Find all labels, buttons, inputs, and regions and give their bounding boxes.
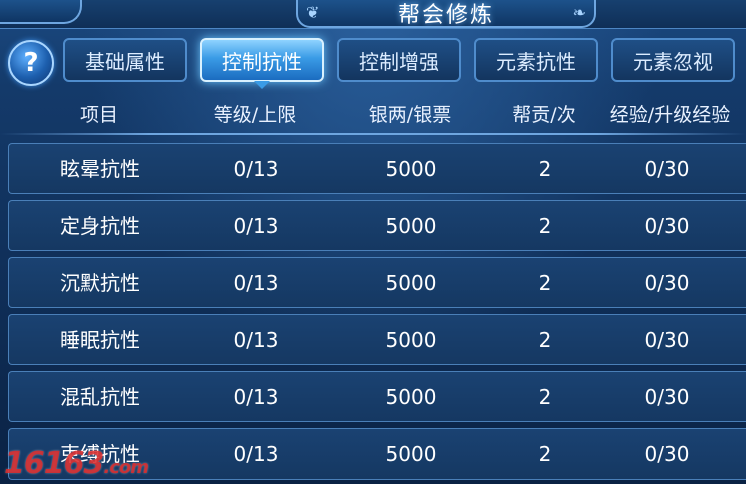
row-contribution: 2: [538, 214, 552, 238]
table-row[interactable]: 沉默抗性 0/13 5000 2 0/30: [8, 257, 746, 308]
row-exp: 0/30: [644, 157, 690, 181]
column-header-level: 等级/上限: [213, 104, 297, 126]
question-mark-icon: ?: [23, 48, 39, 78]
row-item-name: 睡眠抗性: [60, 328, 140, 352]
tab-label: 控制抗性: [222, 49, 302, 74]
row-contribution: 2: [538, 157, 552, 181]
row-level: 0/13: [233, 157, 279, 181]
tab-element-ignore[interactable]: 元素忽视: [611, 38, 735, 82]
tab-element-resistance[interactable]: 元素抗性: [474, 38, 598, 82]
row-level: 0/13: [233, 214, 279, 238]
tab-control-resistance[interactable]: 控制抗性: [200, 38, 324, 89]
title-bar: ❦ ❧ 帮会修炼: [0, 0, 746, 29]
row-contribution: 2: [538, 385, 552, 409]
row-silver: 5000: [385, 328, 437, 352]
help-button[interactable]: ?: [8, 40, 54, 86]
row-silver: 5000: [385, 214, 437, 238]
row-contribution: 2: [538, 328, 552, 352]
row-exp: 0/30: [644, 385, 690, 409]
row-exp: 0/30: [644, 214, 690, 238]
row-exp: 0/30: [644, 271, 690, 295]
tab-label: 元素忽视: [633, 49, 713, 74]
tab-label: 基础属性: [85, 49, 165, 74]
column-header-item: 项目: [79, 104, 118, 126]
row-level: 0/13: [233, 442, 279, 466]
table-row[interactable]: 定身抗性 0/13 5000 2 0/30: [8, 200, 746, 251]
row-silver: 5000: [385, 442, 437, 466]
row-item-name: 眩晕抗性: [60, 157, 140, 181]
site-watermark: 16163.com: [4, 446, 149, 482]
active-tab-pointer-icon: [254, 81, 270, 89]
tab-control-enhancement[interactable]: 控制增强: [337, 38, 461, 82]
column-header-silver: 银两/银票: [368, 104, 452, 126]
table-row[interactable]: 混乱抗性 0/13 5000 2 0/30: [8, 371, 746, 422]
row-level: 0/13: [233, 271, 279, 295]
header-divider: [0, 133, 746, 135]
row-exp: 0/30: [644, 442, 690, 466]
page-title: 帮会修炼: [397, 3, 494, 28]
column-header-contribution: 帮贡/次: [512, 104, 576, 126]
tab-basic-attributes[interactable]: 基础属性: [63, 38, 187, 82]
row-silver: 5000: [385, 385, 437, 409]
row-level: 0/13: [233, 385, 279, 409]
tab-label: 元素抗性: [496, 49, 576, 74]
row-level: 0/13: [233, 328, 279, 352]
row-contribution: 2: [538, 271, 552, 295]
row-exp: 0/30: [644, 328, 690, 352]
row-silver: 5000: [385, 157, 437, 181]
corner-ornament: [0, 0, 82, 24]
row-contribution: 2: [538, 442, 552, 466]
table-header: 项目 等级/上限 银两/银票 帮贡/次 经验/升级经验: [0, 97, 746, 133]
table-row[interactable]: 眩晕抗性 0/13 5000 2 0/30: [8, 143, 746, 194]
table-row[interactable]: 睡眠抗性 0/13 5000 2 0/30: [8, 314, 746, 365]
row-silver: 5000: [385, 271, 437, 295]
tab-label: 控制增强: [359, 49, 439, 74]
row-item-name: 混乱抗性: [60, 385, 140, 409]
column-header-exp: 经验/升级经验: [609, 104, 731, 126]
title-plate: ❦ ❧ 帮会修炼: [296, 0, 596, 28]
watermark-suffix: .com: [103, 457, 149, 478]
watermark-main: 16163: [4, 446, 104, 481]
row-item-name: 定身抗性: [60, 214, 140, 238]
row-item-name: 沉默抗性: [60, 271, 140, 295]
